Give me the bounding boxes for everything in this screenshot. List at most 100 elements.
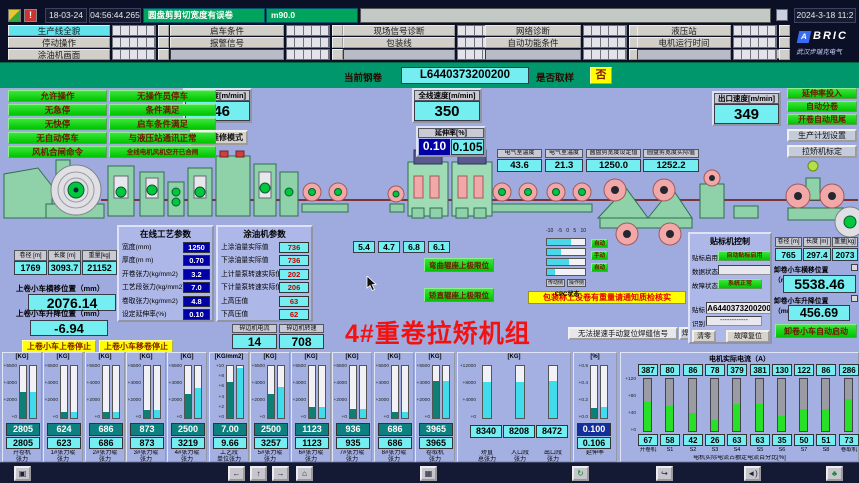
elongation-setpoint[interactable]: 0.10 <box>419 139 450 155</box>
indicator-cell <box>295 38 303 47</box>
status-right-2[interactable]: 启车条件满足 <box>109 118 216 130</box>
labeler-fault-reset-button[interactable]: 故障复位 <box>726 330 770 343</box>
cpc-mode-button-0[interactable]: 自动 <box>591 239 608 248</box>
exit-car-lift-indicator[interactable] <box>851 295 858 302</box>
menu-mini-button[interactable] <box>779 25 790 36</box>
elongation-gauge-set: 0.100 <box>577 423 611 436</box>
system-menu-icon[interactable]: ▣ <box>14 466 31 481</box>
menu-button[interactable]: 网络诊断 <box>485 25 581 36</box>
exit-car-auto-start-button[interactable]: 卸卷小车自动启动 <box>775 324 857 338</box>
status-left-4[interactable]: 风机合闸命令 <box>8 146 107 158</box>
motor-percent-6: 35 <box>772 434 792 446</box>
home-icon[interactable]: ⌂ <box>296 466 313 481</box>
elongation-gauge-actual: 0.106 <box>577 437 611 449</box>
status-right-3[interactable]: 与液压站通讯正常 <box>109 132 216 144</box>
window-switch-icon[interactable]: ▦ <box>420 466 437 481</box>
menu-button[interactable]: 自动功能条件 <box>485 37 581 48</box>
process-param-table-row-4: 卷取张力(kg/mm2)4.8 <box>119 295 212 308</box>
motor-percent-7: 50 <box>794 434 814 446</box>
status-right-0[interactable]: 无操作员停车 <box>109 90 216 102</box>
status-right-4[interactable]: 全线电机风机空开已合闸 <box>109 146 216 158</box>
nav-back-icon[interactable]: ← <box>228 466 245 481</box>
mode-button-1[interactable]: 自动分卷 <box>787 101 857 112</box>
menu-slot <box>637 49 731 60</box>
indicator-cell <box>295 50 303 59</box>
straight-roll-limit-button[interactable]: 矫直辊座上极限位 <box>424 288 494 302</box>
indicator-cell <box>592 50 600 59</box>
indicator-cell <box>601 26 609 35</box>
tension-gauge-4-actual: 3219 <box>171 437 205 449</box>
indicator-cell <box>734 38 742 47</box>
menu-mini-button[interactable] <box>332 49 343 60</box>
speaker-icon[interactable]: ◄) <box>744 466 761 481</box>
menu-button[interactable]: 启车条件 <box>170 25 284 36</box>
exit-speed-value: 349 <box>714 104 779 124</box>
status-left-2[interactable]: 无快停 <box>8 118 107 130</box>
process-param-table-row-0: 宽度(mm)1250 <box>119 241 212 254</box>
status-right-1[interactable]: 条件满足 <box>109 104 216 116</box>
setup-button-0[interactable]: 生产计划设置 <box>787 129 857 142</box>
cpc-mode-button-1[interactable]: 手动 <box>591 251 608 260</box>
menu-button[interactable]: 现场信号诊断 <box>343 25 455 36</box>
coil-banner: 当前钢卷 L6440373200200 是否取样 否 <box>0 62 859 88</box>
bend-roll-limit-button[interactable]: 弯曲辊座上极限位 <box>424 258 494 272</box>
exit-car-traverse-indicator[interactable] <box>851 264 858 271</box>
menu-mini-button[interactable] <box>332 37 343 48</box>
sample-value[interactable]: 否 <box>590 67 612 84</box>
mode-button-0[interactable]: 延伸率投入 <box>787 88 857 99</box>
status-left-1[interactable]: 无急停 <box>8 104 107 116</box>
status-left-0[interactable]: 允许操作 <box>8 90 107 102</box>
indicator-cell <box>618 26 626 35</box>
menu-button[interactable]: 包装线 <box>343 37 455 48</box>
setup-button-1[interactable]: 拉矫机标定 <box>787 145 857 158</box>
tension-gauge-5-actual: 9.66 <box>213 437 247 449</box>
trimmer-current-value: 14 <box>232 334 277 349</box>
exit-car-lift-label: 卸卷小车升降位置（mm） <box>774 295 850 304</box>
menu-mini-button[interactable] <box>158 37 169 48</box>
menu-mini-button[interactable] <box>779 37 790 48</box>
menu-button[interactable]: 生产线全貌 <box>8 25 110 36</box>
labeler-enable-status[interactable]: 自动贴标启用 <box>718 251 771 261</box>
labeler-clear-button[interactable]: 清零 <box>692 330 716 343</box>
oiler-param-table-value-1: 736 <box>279 255 309 266</box>
tension-gauge-0-set: 2805 <box>6 423 40 436</box>
line-speed-value: 350 <box>414 101 480 121</box>
entry-coil-len: 3093.7 <box>48 261 81 275</box>
status-left-3[interactable]: 无自动停车 <box>8 132 107 144</box>
menu-button[interactable]: 液压站 <box>637 25 731 36</box>
segment-tension-value-0: 8340 <box>470 425 502 438</box>
system-date: 18-03-24 <box>45 8 87 23</box>
motor-current-panel: 电机实际电流（A）+120+80+40+038767开卷机8058S18642S… <box>620 352 859 462</box>
menu-button[interactable]: 报警信号 <box>170 37 284 48</box>
weld-seam-reset-button[interactable]: 无法提速手动复位焊缝信号 <box>568 327 678 340</box>
tension-gauge-2: [KG]+5500+4000+2000+06866862#张力辊 张力 <box>85 352 125 462</box>
indicator-cell <box>113 38 121 47</box>
menu-mini-button[interactable] <box>779 49 790 60</box>
leveler-roll-value-1: 4.7 <box>378 241 400 253</box>
exit-coil-wt: 2073 <box>832 248 858 261</box>
tension-gauge-1: [KG]+5500+4000+2000+06246231#张力辊 张力 <box>43 352 83 462</box>
oiler-param-table-title: 涂油机参数 <box>218 227 311 241</box>
entry-car-traverse-label: 上卷小车横移位置（mm） <box>16 283 118 293</box>
indicator-cell <box>121 38 129 47</box>
tray-icon[interactable] <box>776 9 788 21</box>
tension-gauge-6: [KG]+5500+4000+2000+0250032575#张力辊 张力 <box>250 352 290 462</box>
mode-button-2[interactable]: 开卷自动甩尾 <box>787 114 857 125</box>
eco-icon[interactable]: ♣ <box>826 466 843 481</box>
menu-button[interactable]: 涂油机画面 <box>8 49 110 60</box>
exit-coil-wt-label: 重量[kg] <box>832 237 858 247</box>
nav-up-icon[interactable]: ↑ <box>250 466 267 481</box>
indicator-cell <box>592 26 600 35</box>
nav-forward-icon[interactable]: → <box>272 466 289 481</box>
oiler-param-table-row-4: 上高压值63 <box>218 295 311 308</box>
exit-coil-len-label: 长度 [m] <box>803 237 831 247</box>
menu-button[interactable]: 停动操作 <box>8 37 110 48</box>
menu-mini-button[interactable] <box>158 25 169 36</box>
indicator-cell <box>304 50 312 59</box>
cpc-mode-button-2[interactable]: 自动 <box>591 263 608 272</box>
menu-mini-button[interactable] <box>332 25 343 36</box>
menu-mini-button[interactable] <box>158 49 169 60</box>
refresh-icon[interactable]: ↻ <box>572 466 589 481</box>
menu-button[interactable]: 电机运行时间 <box>637 37 731 48</box>
jump-icon[interactable]: ↪ <box>656 466 673 481</box>
